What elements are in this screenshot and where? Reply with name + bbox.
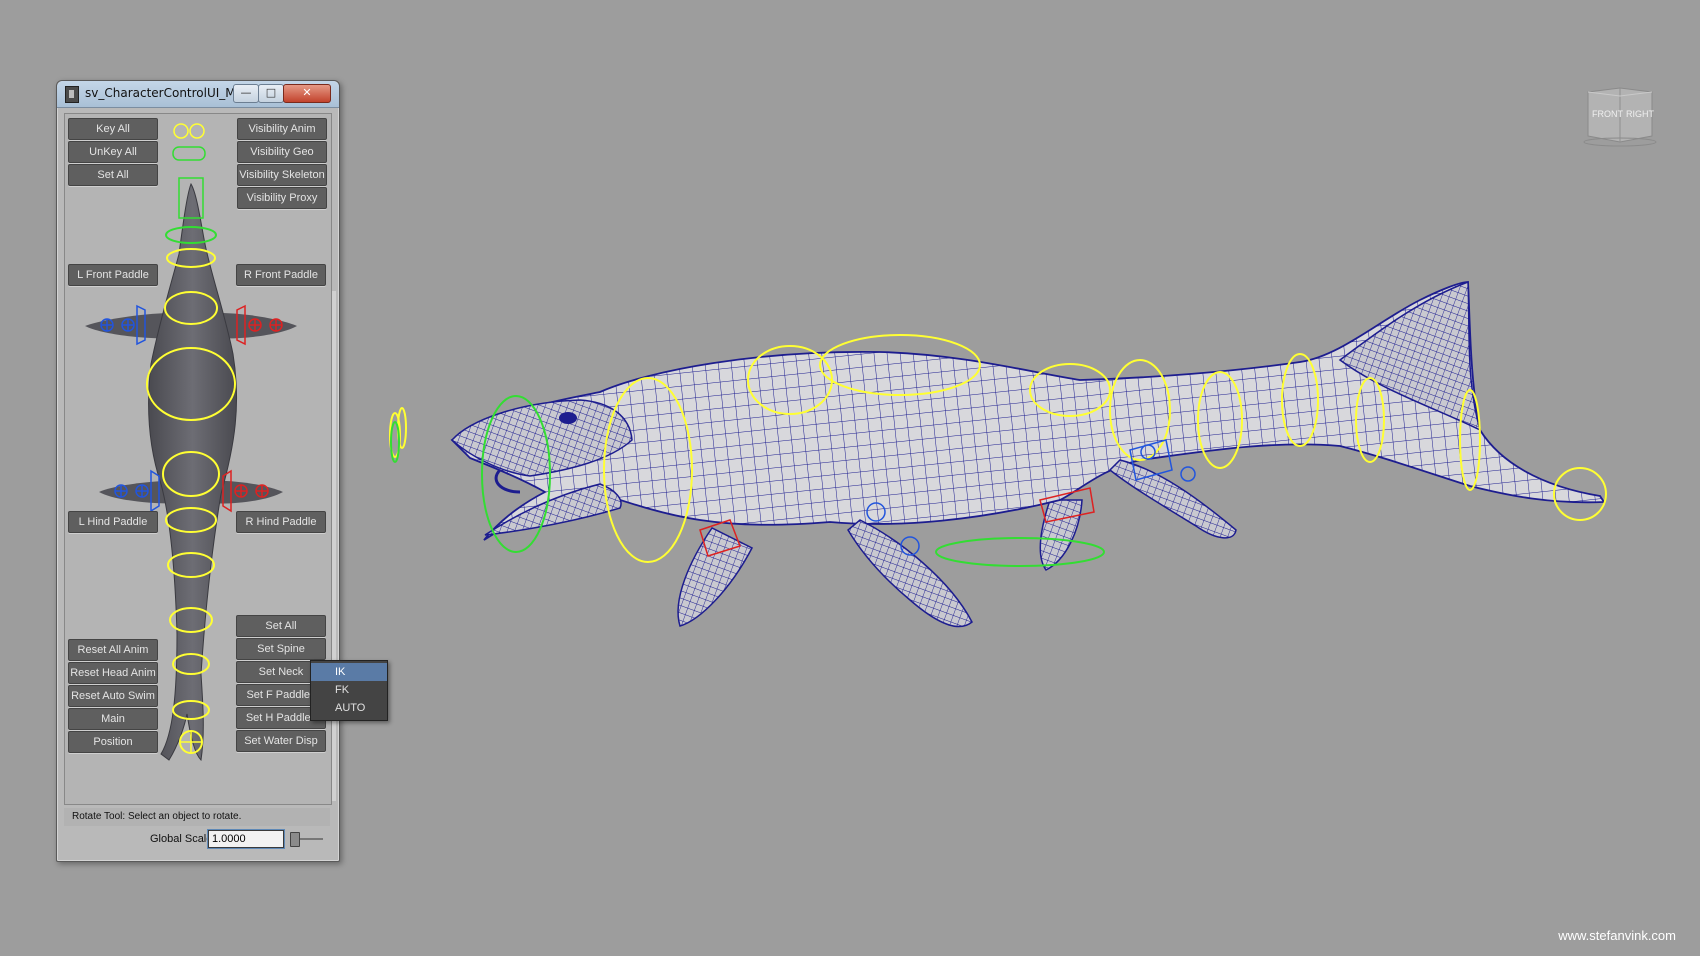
viewcube-front-label: FRONT bbox=[1592, 109, 1623, 119]
viewport-right-hind-paddle[interactable] bbox=[1108, 459, 1237, 539]
menu-item-ik[interactable]: IK bbox=[311, 663, 387, 681]
app-icon bbox=[65, 86, 79, 103]
maximize-button[interactable]: □ bbox=[258, 84, 284, 103]
main-button[interactable]: Main bbox=[68, 708, 158, 730]
viewport-head-mesh[interactable] bbox=[450, 399, 633, 477]
position-button[interactable]: Position bbox=[68, 731, 158, 753]
panel-scrollbar[interactable] bbox=[332, 291, 336, 801]
visibility-geo-button[interactable]: Visibility Geo bbox=[237, 141, 327, 163]
set-all-bottom-button[interactable]: Set All bbox=[236, 615, 326, 637]
close-button[interactable]: ✕ bbox=[283, 84, 331, 103]
viewcube-right-label: RIGHT bbox=[1626, 109, 1655, 119]
picker-panel: Key All UnKey All Set All Visibility Ani… bbox=[64, 113, 332, 805]
menu-item-auto[interactable]: AUTO bbox=[311, 699, 387, 717]
viewport-lower-jaw[interactable] bbox=[484, 483, 622, 536]
reset-all-anim-button[interactable]: Reset All Anim bbox=[68, 639, 158, 661]
key-all-button[interactable]: Key All bbox=[68, 118, 158, 140]
unkey-all-button[interactable]: UnKey All bbox=[68, 141, 158, 163]
visibility-proxy-button[interactable]: Visibility Proxy bbox=[237, 187, 327, 209]
reset-auto-swim-button[interactable]: Reset Auto Swim bbox=[68, 685, 158, 707]
global-scale-input[interactable] bbox=[208, 830, 284, 848]
viewport-tail-fin[interactable] bbox=[1338, 280, 1482, 432]
global-scale-label: Global Scale bbox=[150, 833, 213, 845]
r-front-paddle-button[interactable]: R Front Paddle bbox=[236, 264, 326, 286]
viewport-spine-controls[interactable] bbox=[389, 334, 1607, 563]
global-scale-slider-thumb[interactable] bbox=[290, 832, 300, 847]
l-front-paddle-button[interactable]: L Front Paddle bbox=[68, 264, 158, 286]
character-control-window: sv_CharacterControlUI_M... — □ ✕ Key All… bbox=[56, 80, 340, 862]
eye-control-left[interactable] bbox=[173, 123, 189, 139]
viewcube[interactable]: FRONT RIGHT bbox=[1580, 84, 1660, 148]
minimize-button[interactable]: — bbox=[233, 84, 259, 103]
viewport-body-mesh[interactable] bbox=[450, 281, 1606, 541]
visibility-anim-button[interactable]: Visibility Anim bbox=[237, 118, 327, 140]
viewport-left-front-paddle[interactable] bbox=[677, 527, 754, 627]
set-all-top-button[interactable]: Set All bbox=[68, 164, 158, 186]
reset-head-anim-button[interactable]: Reset Head Anim bbox=[68, 662, 158, 684]
viewport-tongue bbox=[494, 468, 521, 494]
viewport-eye bbox=[559, 412, 577, 424]
set-spine-button[interactable]: Set Spine bbox=[236, 638, 326, 660]
watermark-text: www.stefanvink.com bbox=[1558, 928, 1676, 943]
set-water-disp-button[interactable]: Set Water Disp bbox=[236, 730, 326, 752]
set-all-context-menu: IK FK AUTO bbox=[310, 660, 388, 721]
window-title: sv_CharacterControlUI_M... bbox=[85, 86, 248, 100]
viewport-head-controls[interactable] bbox=[390, 395, 1105, 567]
window-titlebar[interactable]: sv_CharacterControlUI_M... — □ ✕ bbox=[57, 81, 339, 108]
l-hind-paddle-button[interactable]: L Hind Paddle bbox=[68, 511, 158, 533]
r-hind-paddle-button[interactable]: R Hind Paddle bbox=[236, 511, 326, 533]
viewport-right-front-paddle[interactable] bbox=[847, 519, 973, 628]
menu-item-fk[interactable]: FK bbox=[311, 681, 387, 699]
status-message: Rotate Tool: Select an object to rotate. bbox=[64, 808, 330, 826]
tail-tip-control[interactable] bbox=[179, 730, 203, 754]
viewport-paddle-controls[interactable] bbox=[699, 439, 1196, 557]
visibility-skeleton-button[interactable]: Visibility Skeleton bbox=[237, 164, 327, 186]
eye-control-right[interactable] bbox=[189, 123, 205, 139]
viewport-left-hind-paddle[interactable] bbox=[1039, 499, 1083, 571]
jaw-control[interactable] bbox=[172, 146, 206, 161]
